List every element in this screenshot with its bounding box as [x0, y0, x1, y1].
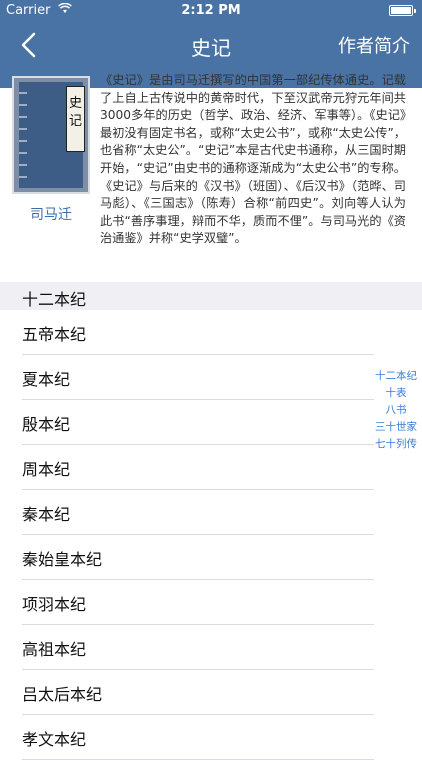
list-item[interactable]: 秦始皇本纪 [0, 535, 422, 580]
section-title: 十二本纪 [22, 290, 87, 309]
battery-icon [389, 5, 416, 16]
list-item-label: 项羽本纪 [22, 595, 87, 614]
list-item-label: 五帝本纪 [22, 325, 87, 344]
back-button[interactable] [16, 32, 46, 58]
list-item[interactable]: 项羽本纪 [0, 580, 422, 625]
section-index: 十二本纪 十表 八书 三十世家 七十列传 [370, 368, 422, 453]
status-bar: Carrier 2:12 PM [0, 0, 422, 22]
section-header: 十二本纪 [0, 282, 422, 310]
book-cover: 史记 [12, 76, 90, 194]
list-item[interactable]: 秦本纪 [0, 490, 422, 535]
chapter-list: 五帝本纪 夏本纪 殷本纪 周本纪 秦本纪 秦始皇本纪 项羽本纪 高祖本纪 吕太后… [0, 310, 422, 760]
list-item[interactable]: 五帝本纪 [0, 310, 422, 355]
list-item[interactable]: 高祖本纪 [0, 625, 422, 670]
list-item-label: 秦始皇本纪 [22, 550, 103, 569]
index-item-biao[interactable]: 十表 [370, 385, 422, 402]
index-item-liezhuan[interactable]: 七十列传 [370, 436, 422, 453]
index-item-shu[interactable]: 八书 [370, 402, 422, 419]
list-item-label: 周本纪 [22, 460, 71, 479]
book-cover-title: 史记 [66, 86, 85, 152]
list-item[interactable]: 殷本纪 [0, 400, 422, 445]
nav-bar: 史记 作者简介 [0, 22, 422, 66]
list-item[interactable]: 周本纪 [0, 445, 422, 490]
list-item[interactable]: 孝文本纪 [0, 715, 422, 760]
list-item[interactable]: 夏本纪 [0, 355, 422, 400]
list-item-label: 吕太后本纪 [22, 685, 103, 704]
index-item-shijia[interactable]: 三十世家 [370, 419, 422, 436]
chevron-left-icon [16, 32, 46, 62]
index-item-benji[interactable]: 十二本纪 [370, 368, 422, 385]
status-time: 2:12 PM [181, 3, 241, 18]
list-item[interactable]: 吕太后本纪 [0, 670, 422, 715]
author-name-link[interactable]: 司马迁 [12, 204, 90, 224]
list-item-label: 孝文本纪 [22, 730, 87, 749]
author-intro-button[interactable]: 作者简介 [338, 32, 410, 58]
list-item-label: 夏本纪 [22, 370, 71, 389]
list-item-label: 高祖本纪 [22, 640, 87, 659]
list-item-label: 殷本纪 [22, 415, 71, 434]
book-summary: 《史记》是由司马迁撰写的中国第一部纪传体通史。记载了上自上古传说中的黄帝时代，下… [100, 73, 406, 246]
list-item-label: 秦本纪 [22, 505, 71, 524]
